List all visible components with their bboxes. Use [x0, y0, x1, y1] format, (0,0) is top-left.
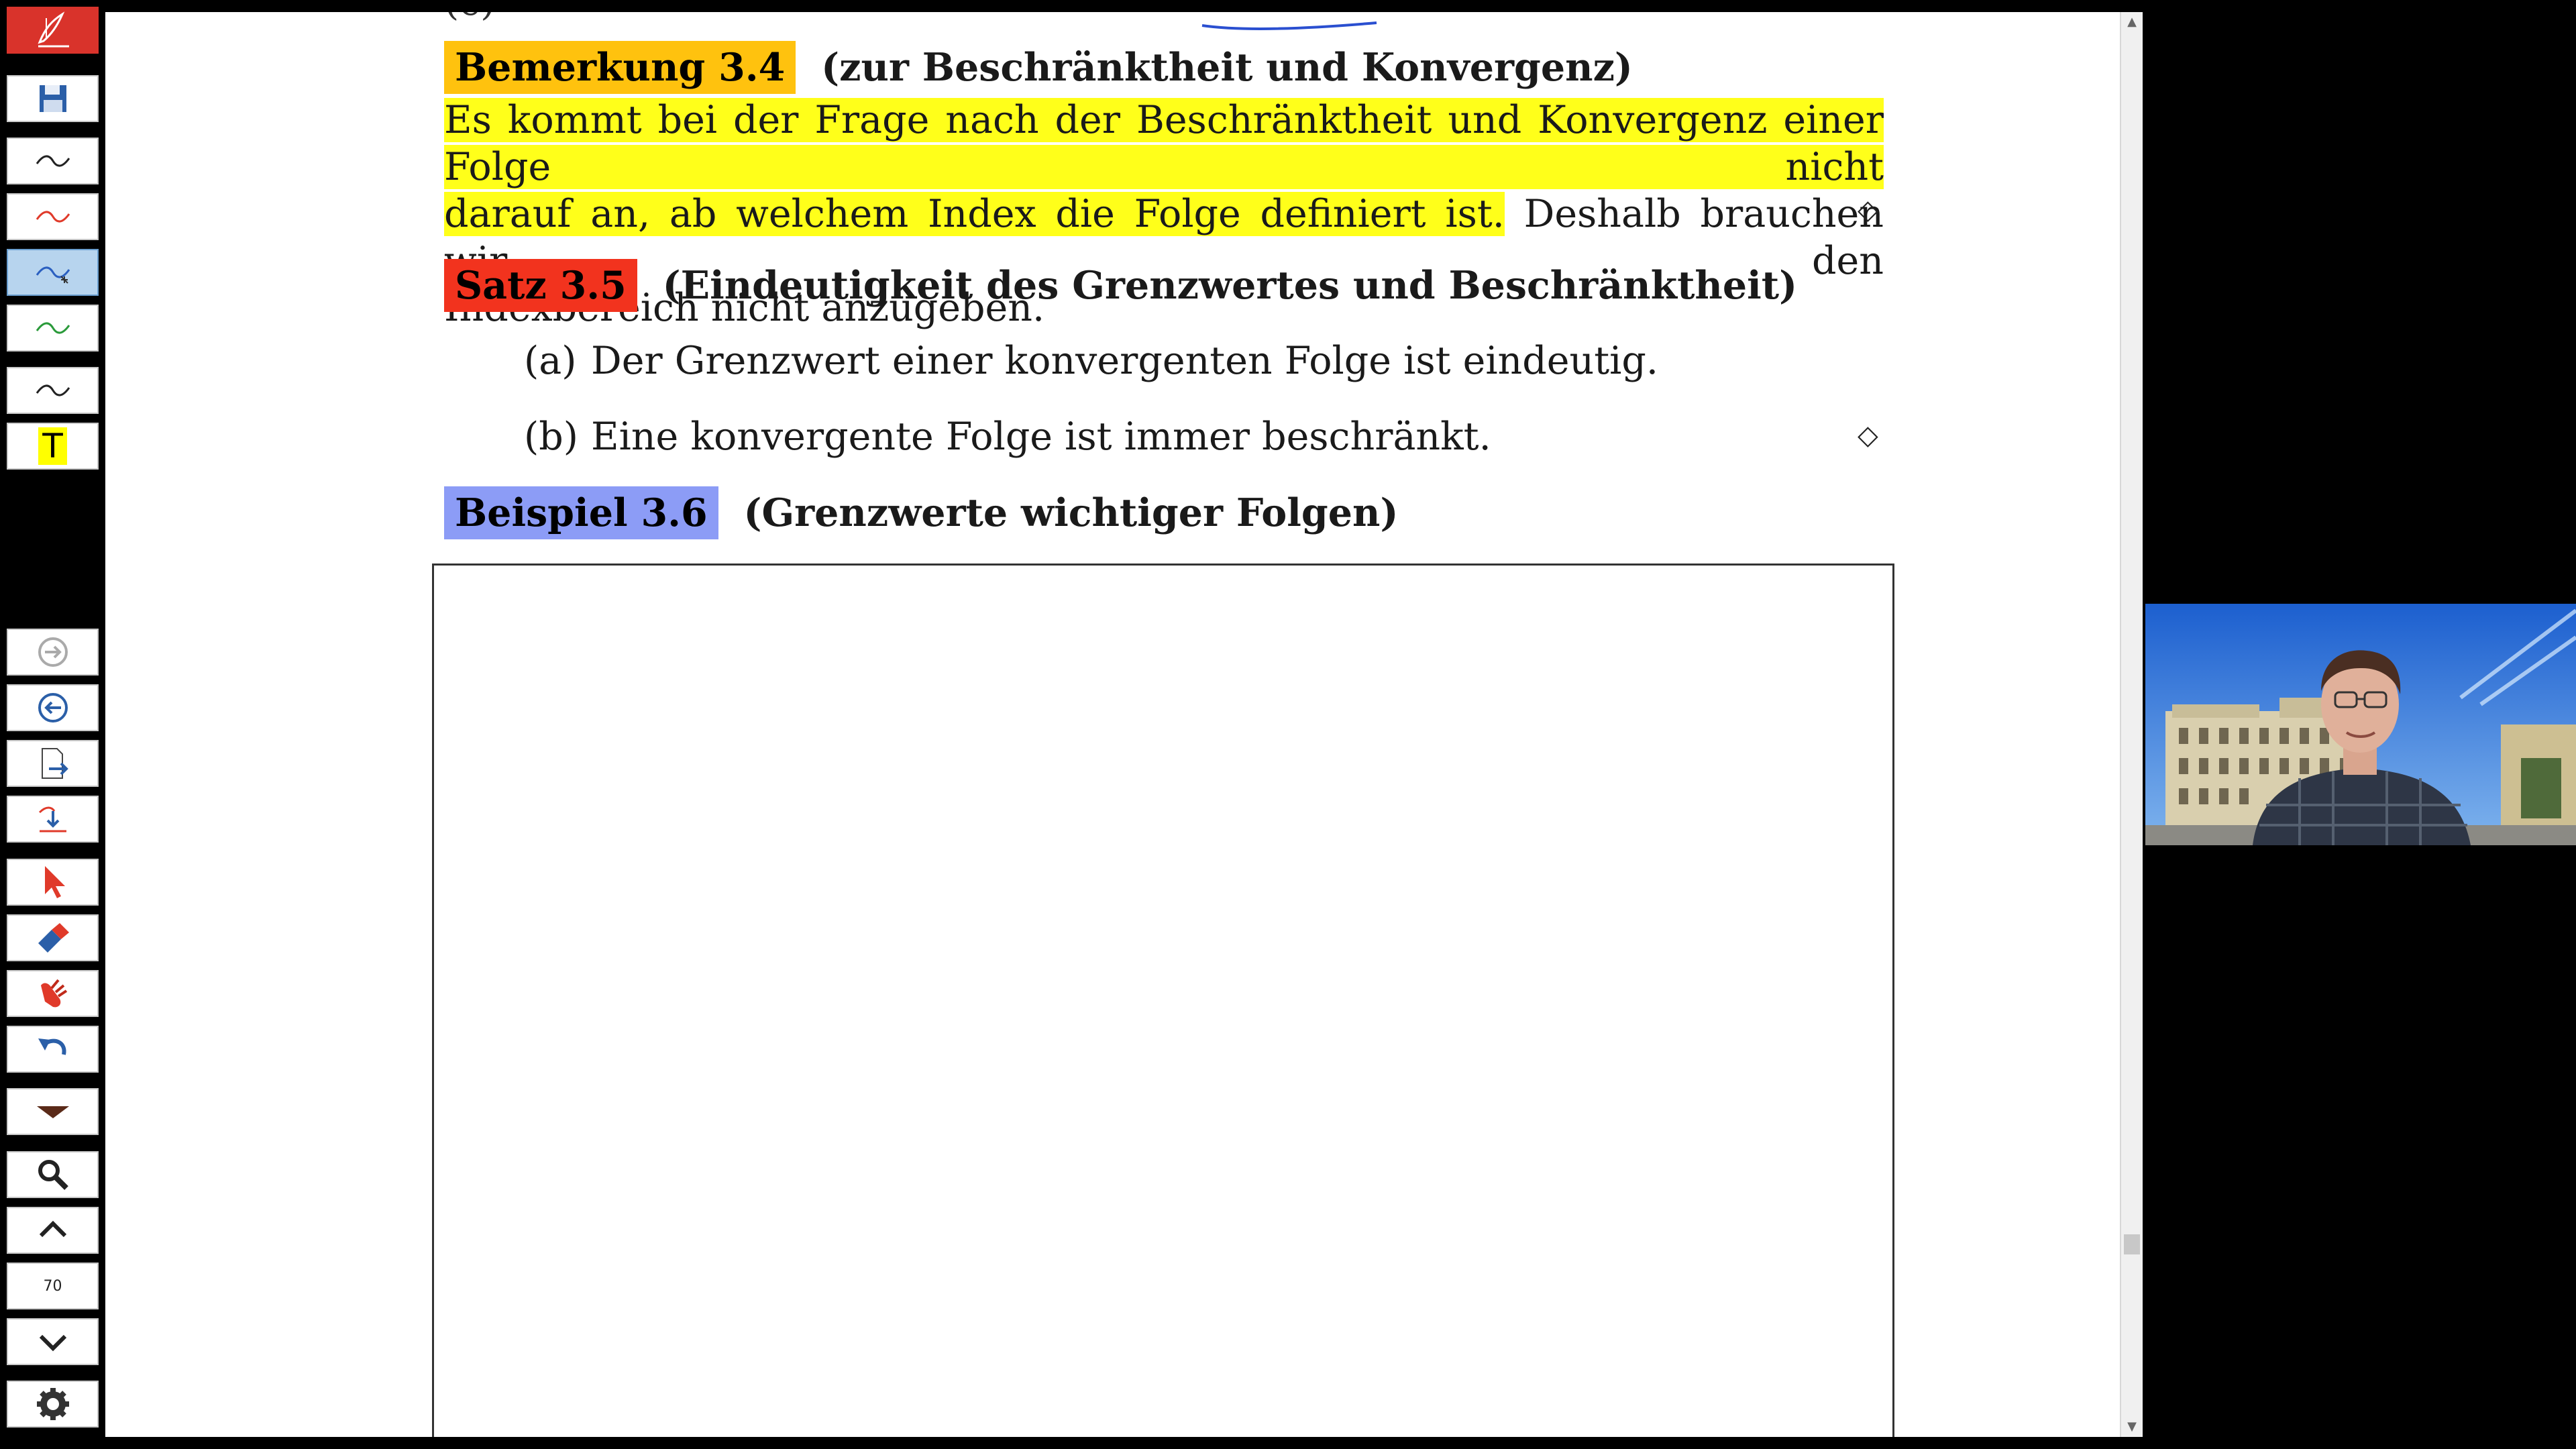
- feather-pen-icon: [37, 11, 69, 48]
- pen-dark-button[interactable]: [7, 367, 99, 414]
- settings-button[interactable]: [7, 1381, 99, 1428]
- beispiel-title: (Grenzwerte wichtiger Folgen): [743, 490, 1399, 535]
- page-number-label: 70: [43, 1277, 62, 1295]
- arrow-right-circle-icon: [38, 637, 68, 667]
- gear-icon: [36, 1388, 69, 1420]
- magnifier-icon: [38, 1160, 68, 1190]
- undo-icon: [38, 1038, 66, 1055]
- pen-stroke-icon: [36, 322, 70, 334]
- writing-area-box[interactable]: [432, 564, 1894, 1437]
- pen-green-button[interactable]: [7, 305, 99, 352]
- bemerkung-end-mark: ◇: [1858, 195, 1878, 225]
- satz-item-a: (a) Der Grenzwert einer konvergenten Folg…: [524, 337, 1658, 384]
- pen-stroke-icon: [36, 384, 70, 396]
- pen-stroke-icon: [36, 155, 70, 167]
- pen-red-button[interactable]: [7, 193, 99, 240]
- satz-item-a-text: Der Grenzwert einer konvergenten Folge i…: [591, 339, 1658, 383]
- annotation-toolbar: T 70: [0, 0, 104, 1449]
- insert-page-button[interactable]: [7, 796, 99, 843]
- bemerkung-label: Bemerkung 3.4: [444, 41, 796, 94]
- app-logo-button[interactable]: [7, 7, 99, 54]
- scroll-thumb[interactable]: [2124, 1234, 2140, 1254]
- text-t-icon: T: [38, 427, 67, 465]
- vertical-scrollbar[interactable]: ▲ ▼: [2120, 12, 2143, 1437]
- text-tool-button[interactable]: T: [7, 423, 99, 470]
- pen-stroke-icon: [36, 266, 70, 284]
- chevron-up-icon: [39, 1220, 66, 1238]
- pen-blue-button[interactable]: [7, 249, 99, 296]
- floppy-disk-icon: [39, 85, 66, 112]
- forward-button[interactable]: [7, 629, 99, 676]
- beispiel-label: Beispiel 3.6: [444, 486, 718, 539]
- pen-stroke-icon: [36, 211, 70, 223]
- undo-button[interactable]: [7, 1026, 99, 1073]
- menu-dropdown-button[interactable]: [7, 1088, 99, 1135]
- satz-heading: Satz 3.5 (Eindeutigkeit des Grenzwertes …: [444, 259, 1798, 312]
- cutoff-item-label: (c): [444, 12, 495, 24]
- webcam-presenter-image: [2145, 604, 2576, 845]
- bemerkung-heading: Bemerkung 3.4 (zur Beschränktheit und Ko…: [444, 41, 1633, 94]
- bemerkung-title: (zur Beschränktheit und Konvergenz): [821, 45, 1633, 90]
- bemerkung-line-1: Es kommt bei der Frage nach der Beschrän…: [444, 98, 1884, 189]
- satz-end-mark: ◇: [1858, 420, 1878, 451]
- bemerkung-line-2-highlight: darauf an, ab welchem Index die Folge de…: [444, 192, 1505, 236]
- beispiel-heading: Beispiel 3.6 (Grenzwerte wichtiger Folge…: [444, 486, 1399, 539]
- caret-down-icon: [36, 1106, 69, 1118]
- satz-item-b-text: Eine konvergente Folge ist immer beschrä…: [591, 415, 1491, 459]
- page-number[interactable]: 70: [7, 1263, 99, 1309]
- back-button[interactable]: [7, 684, 99, 731]
- handwritten-underline: [1201, 21, 1377, 30]
- cursor-arrow-icon: [44, 866, 65, 898]
- eraser-icon: [38, 923, 69, 953]
- export-page-button[interactable]: [7, 740, 99, 787]
- hand-wipe-icon: [40, 979, 67, 1008]
- page-export-icon: [41, 748, 68, 779]
- eraser-button[interactable]: [7, 914, 99, 961]
- scroll-down-arrow[interactable]: ▼: [2121, 1417, 2143, 1437]
- satz-label: Satz 3.5: [444, 259, 637, 312]
- zoom-button[interactable]: [7, 1151, 99, 1198]
- satz-title: (Eindeutigkeit des Grenzwertes und Besch…: [662, 263, 1798, 308]
- satz-item-b: (b) Eine konvergente Folge ist immer besc…: [524, 413, 1491, 460]
- page-up-button[interactable]: [7, 1207, 99, 1254]
- page-down-button[interactable]: [7, 1318, 99, 1365]
- satz-item-a-label: (a): [524, 339, 577, 383]
- webcam-video: [2145, 604, 2576, 845]
- arrow-left-circle-icon: [38, 693, 68, 722]
- pointer-button[interactable]: [7, 859, 99, 906]
- chevron-down-icon: [39, 1334, 66, 1352]
- insert-page-icon: [38, 806, 66, 833]
- save-button[interactable]: [7, 75, 99, 122]
- document-page[interactable]: (c) Bemerkung 3.4 (zur Beschränktheit un…: [105, 12, 2120, 1437]
- pen-black-button[interactable]: [7, 138, 99, 184]
- scroll-up-arrow[interactable]: ▲: [2121, 12, 2143, 32]
- clear-button[interactable]: [7, 970, 99, 1017]
- satz-item-b-label: (b): [524, 415, 578, 459]
